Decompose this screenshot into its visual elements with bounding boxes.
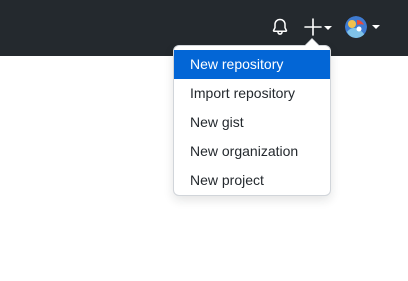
create-menu-list: New repository Import repository New gis… [174,46,330,199]
chevron-down-icon [372,25,380,29]
menu-item-new-gist[interactable]: New gist [174,108,330,137]
menu-item-new-repository[interactable]: New repository [174,50,330,79]
create-new-button[interactable] [302,16,336,38]
plus-icon [304,18,322,36]
menu-item-new-organization[interactable]: New organization [174,137,330,166]
user-menu-button[interactable] [345,14,385,40]
avatar [345,16,367,38]
menu-item-import-repository[interactable]: Import repository [174,79,330,108]
menu-item-new-project[interactable]: New project [174,166,330,195]
chevron-down-icon [324,26,332,30]
bell-icon[interactable] [270,17,290,37]
create-new-dropdown: New repository Import repository New gis… [173,38,331,199]
